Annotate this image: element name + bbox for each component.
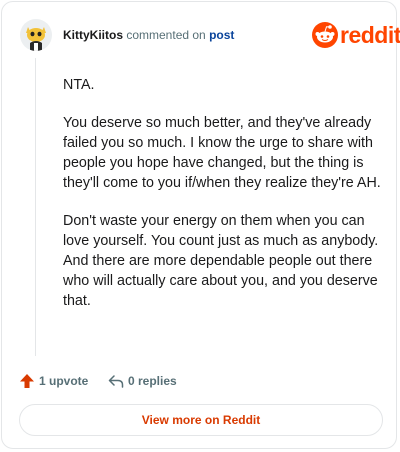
comment-embed-card: KittyKiitos commented on post reddit NTA…: [1, 1, 400, 449]
reply-count: 0 replies: [128, 374, 177, 388]
username-link[interactable]: KittyKiitos: [63, 28, 123, 42]
reddit-logo[interactable]: reddit: [312, 20, 400, 50]
upvote-arrow-icon: [20, 374, 34, 388]
comment-paragraph: You deserve so much better, and they've …: [63, 115, 381, 191]
post-link[interactable]: post: [209, 28, 234, 42]
comment-paragraph: Don't waste your energy on them when you…: [63, 213, 379, 309]
reddit-snoo-icon: [312, 22, 338, 48]
upvote-count: 1 upvote: [39, 374, 89, 388]
view-more-button[interactable]: View more on Reddit: [19, 404, 383, 436]
reply-arrow-icon: [108, 375, 124, 388]
cat-avatar-icon: [20, 19, 52, 51]
comment-paragraph: NTA.: [63, 77, 95, 93]
thread-line: [35, 58, 36, 356]
comment-body: NTA. You deserve so much better, and the…: [63, 75, 381, 329]
avatar[interactable]: [20, 19, 52, 51]
commented-on-text: commented on: [126, 28, 206, 42]
comment-meta: KittyKiitos commented on post: [63, 27, 234, 43]
reddit-wordmark: reddit: [340, 22, 400, 48]
